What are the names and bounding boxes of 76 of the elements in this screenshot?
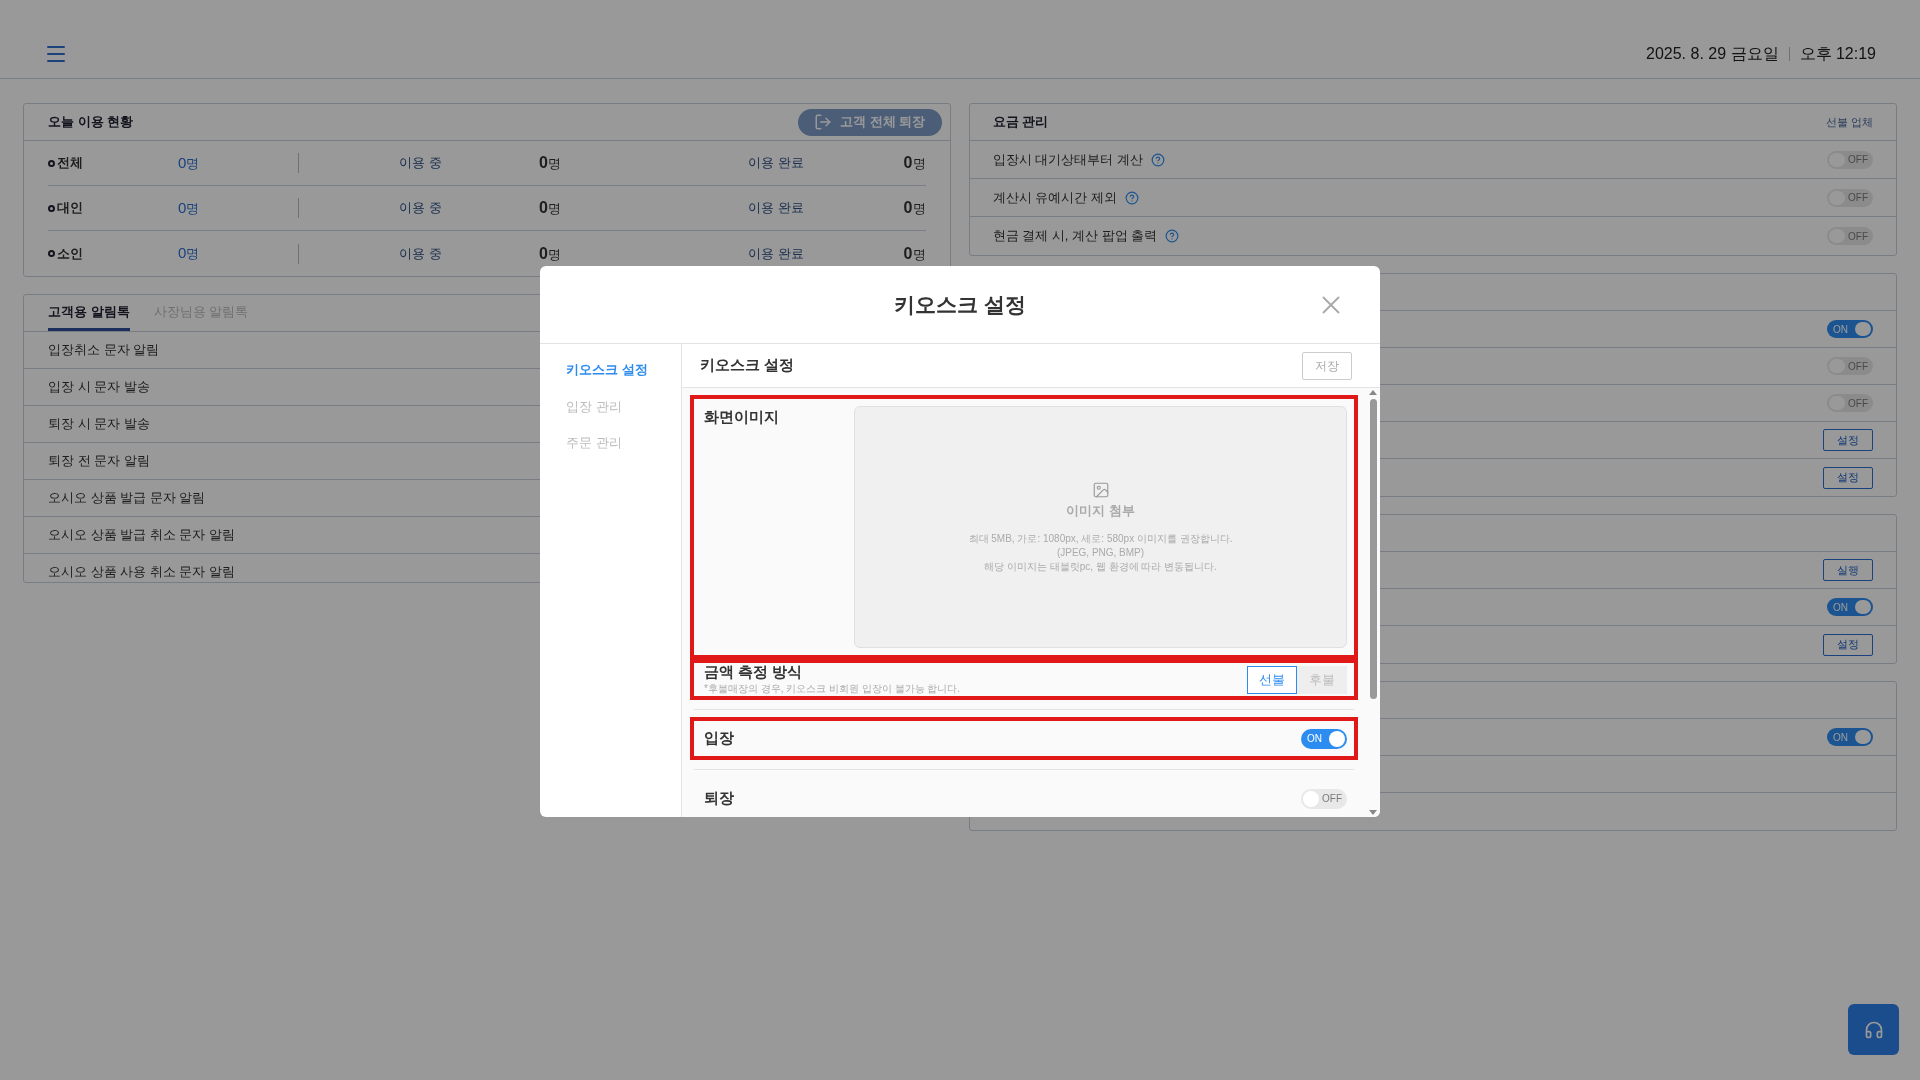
toggle-switch[interactable]: ON [1827,728,1873,746]
payment-option[interactable]: 선불 [1247,665,1297,694]
image-upload-area[interactable]: 이미지 첨부 최대 5MB, 가로: 1080px, 세로: 580px 이미지를 권장합니다. (JPEG, PNG, BMP) 해당 이미지는 태블릿pc, 웹 환경에 따라 변동됩니다. [854,406,1347,648]
total-value: 0명 [178,197,201,218]
alert-label: 퇴장 시 문자 발송 [48,415,150,434]
dialog-nav-item[interactable]: 입장 관리 [566,396,681,416]
bullet-icon [48,204,55,212]
stat-label: 이용 중 [399,199,443,218]
field-label: 화면이미지 [704,407,780,427]
alert-label: 오시오 상품 사용 취소 문자 알림 [48,563,236,582]
stat-label: 이용 완료 [747,199,804,218]
stat-value: 0명 [903,153,926,173]
stat-label: 이용 완료 [747,244,804,263]
image-icon [1091,481,1110,500]
row-label: 대인 [57,199,83,218]
toggle-switch[interactable]: ON [1301,728,1347,749]
stat-label: 이용 중 [399,244,443,263]
panel-title: 요금 관리 [992,113,1049,132]
help-icon[interactable] [1165,229,1180,243]
help-icon[interactable] [1150,152,1165,167]
panel-title: 오늘 이용 현황 [48,113,134,132]
setting-label: 현금 결제 시, 계산 팝업 출력 [992,227,1158,246]
alert-label: 퇴장 전 문자 알림 [48,452,150,471]
field-label: 입장 [704,728,734,749]
stat-value: 0명 [539,243,561,264]
toggle-switch[interactable]: OFF [1827,357,1873,375]
alert-label: 입장취소 문자 알림 [48,341,160,360]
save-button[interactable]: 저장 [1302,351,1352,380]
stat-value: 0명 [539,153,561,173]
settings-button[interactable]: 설정 [1823,466,1873,489]
bullet-icon [48,159,55,167]
upload-hint: 최대 5MB, 가로: 1080px, 세로: 580px 이미지를 권장합니다. [968,532,1233,545]
toggle-switch[interactable]: OFF [1827,394,1873,412]
row-label: 소인 [57,244,83,263]
upload-hint: 해당 이미지는 태블릿pc, 웹 환경에 따라 변동됩니다. [984,560,1217,573]
row-label: 전체 [57,154,83,173]
dialog-nav-item[interactable]: 키오스크 설정 [566,360,681,380]
total-value: 0명 [178,243,201,264]
alert-label: 오시오 상품 발급 문자 알림 [48,489,206,508]
support-button[interactable] [1848,1004,1899,1055]
section-title: 키오스크 설정 [700,355,795,376]
alert-label: 입장 시 문자 발송 [48,378,150,397]
date-text: 2025. 8. 29 금요일 [1646,44,1779,64]
upload-hint: (JPEG, PNG, BMP) [1056,546,1145,559]
stat-value: 0명 [903,198,926,218]
settings-button[interactable]: 설정 [1823,633,1873,656]
dialog-title: 키오스크 설정 [894,291,1026,318]
panel-subtitle: 선불 업체 [1825,114,1873,130]
help-icon[interactable] [1124,190,1139,205]
field-label: 퇴장 [704,788,734,809]
settings-button[interactable]: 실행 [1823,559,1873,581]
alert-label: 오시오 상품 발급 취소 문자 알림 [48,526,236,545]
setting-label: 입장시 대기상태부터 계산 [992,150,1143,169]
checkout-all-button[interactable]: 고객 전체 퇴장 [798,108,942,136]
toggle-switch[interactable]: OFF [1301,788,1347,809]
alert-tab[interactable]: 고객용 알림톡 [48,295,130,331]
stat-value: 0명 [903,243,926,264]
setting-label: 계산시 유예시간 제외 [992,188,1117,207]
logout-icon [814,113,833,131]
field-label: 금액 측정 방식 [704,663,804,681]
toggle-switch[interactable]: OFF [1827,188,1873,207]
toggle-switch[interactable]: ON [1827,598,1873,616]
toggle-switch[interactable]: OFF [1827,150,1873,169]
headset-icon [1863,1019,1884,1040]
time-text: 오후 12:19 [1799,44,1876,64]
field-note: *후불매장의 경우, 키오스크 비회원 입장이 불가능 합니다. [704,682,961,696]
stat-label: 이용 완료 [747,154,804,173]
stat-value: 0명 [539,198,561,218]
bullet-icon [48,250,55,257]
upload-title: 이미지 첨부 [1066,502,1135,521]
toggle-switch[interactable]: ON [1827,320,1873,338]
stat-label: 이용 중 [399,154,443,173]
toggle-switch[interactable]: OFF [1827,227,1873,245]
total-value: 0명 [178,152,201,173]
dialog-nav-item[interactable]: 주문 관리 [566,433,681,453]
settings-button[interactable]: 설정 [1823,429,1873,451]
